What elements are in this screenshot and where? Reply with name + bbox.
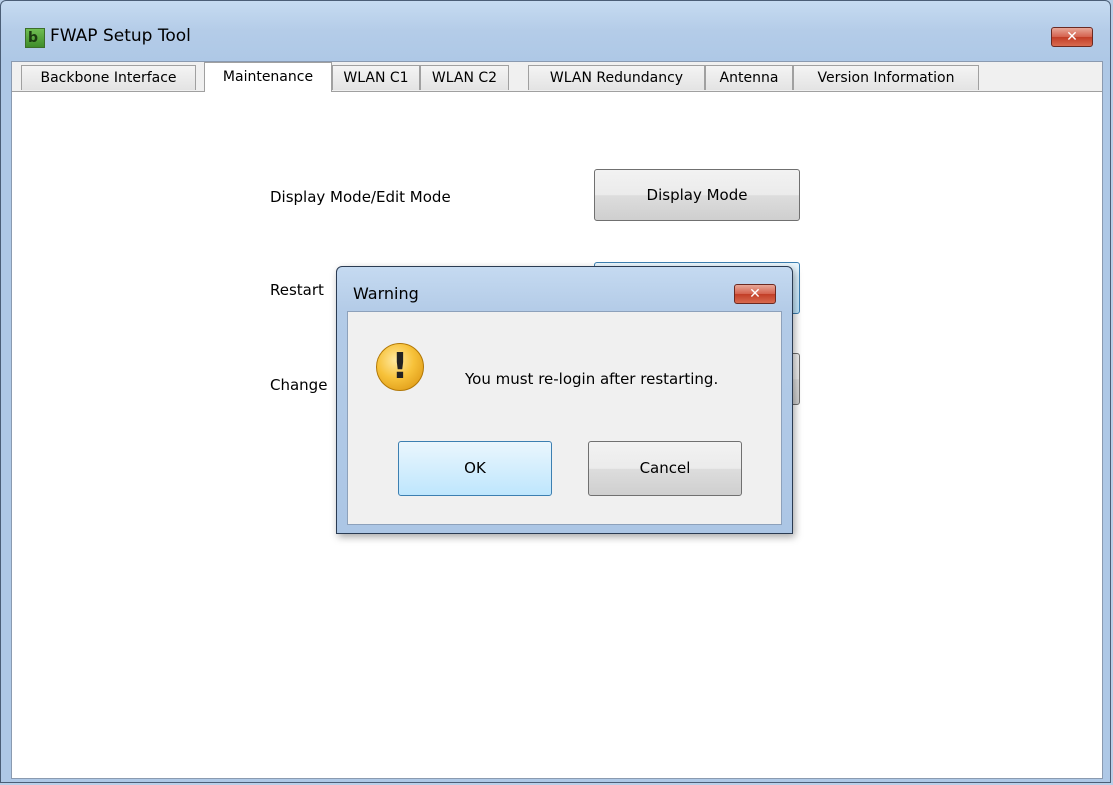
main-window: b FWAP Setup Tool ✕ Backbone Interface M… [0, 0, 1111, 783]
tab-backbone-interface[interactable]: Backbone Interface [21, 65, 196, 90]
ok-button[interactable]: OK [398, 441, 552, 496]
tab-antenna[interactable]: Antenna [705, 65, 793, 90]
title-bar[interactable]: b FWAP Setup Tool ✕ [1, 1, 1110, 61]
cancel-button[interactable]: Cancel [588, 441, 742, 496]
display-mode-label: Display Mode/Edit Mode [270, 188, 451, 206]
dialog-title: Warning [353, 284, 419, 303]
window-title: FWAP Setup Tool [50, 26, 191, 46]
warning-icon: ! [376, 343, 424, 391]
dialog-message: You must re-login after restarting. [465, 370, 719, 388]
tab-wlan-c2[interactable]: WLAN C2 [420, 65, 509, 90]
dialog-close-button[interactable]: ✕ [734, 284, 776, 304]
tab-wlan-c1[interactable]: WLAN C1 [332, 65, 420, 90]
window-close-button[interactable]: ✕ [1051, 27, 1093, 47]
tab-wlan-redundancy[interactable]: WLAN Redundancy [528, 65, 705, 90]
restart-label: Restart [270, 281, 324, 299]
tab-maintenance[interactable]: Maintenance [204, 62, 332, 92]
app-icon: b [25, 28, 45, 48]
warning-dialog: Warning ✕ ! You must re-login after rest… [336, 266, 793, 534]
tab-strip: Backbone Interface Maintenance WLAN C1 W… [12, 62, 1102, 92]
dialog-body: ! You must re-login after restarting. OK… [347, 311, 782, 525]
tab-version-information[interactable]: Version Information [793, 65, 979, 90]
display-mode-button[interactable]: Display Mode [594, 169, 800, 221]
change-label: Change [270, 376, 328, 394]
